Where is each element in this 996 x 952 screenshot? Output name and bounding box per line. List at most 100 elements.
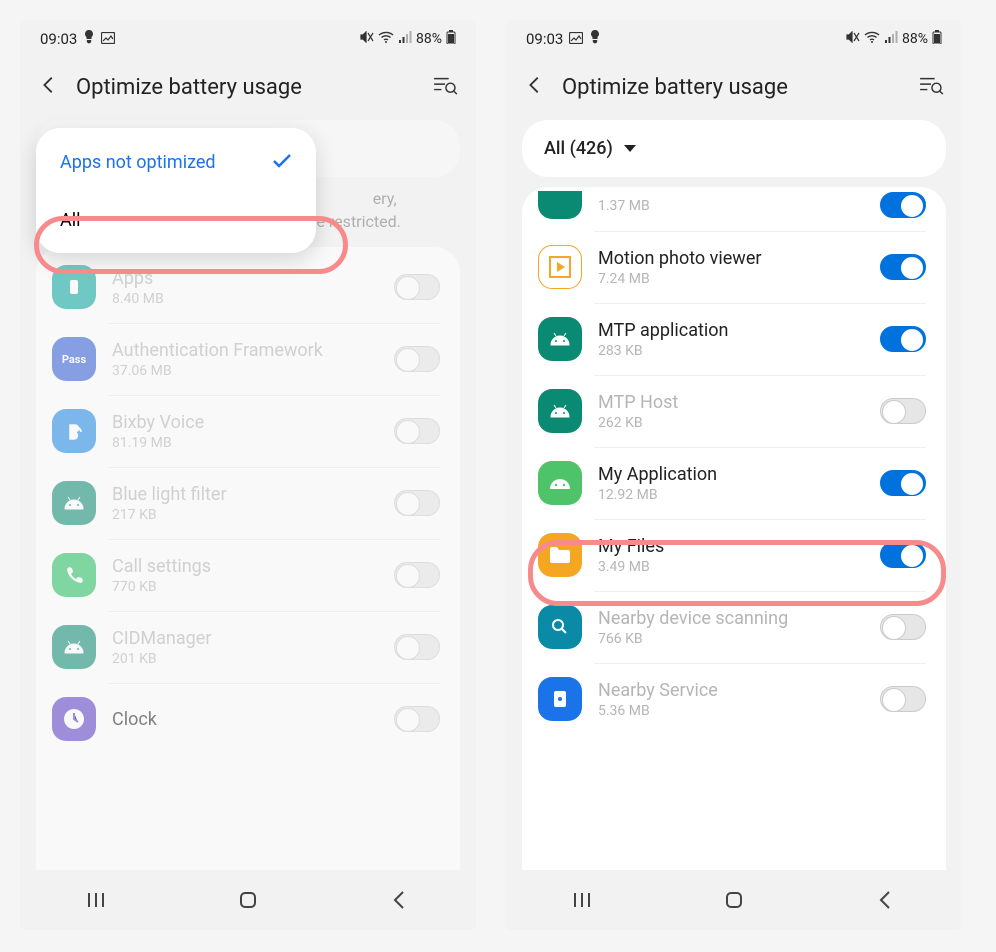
- nav-back-icon[interactable]: [388, 888, 412, 916]
- nav-recents-icon[interactable]: [84, 888, 108, 916]
- app-size: 37.06 MB: [112, 363, 378, 379]
- app-row[interactable]: My Application12.92 MB: [522, 447, 946, 519]
- image-icon: [101, 30, 115, 48]
- app-row[interactable]: Call settings770 KB: [36, 539, 460, 611]
- app-name: Nearby device scanning: [598, 608, 864, 629]
- app-name: Call settings: [112, 556, 378, 577]
- app-name: Apps: [112, 268, 378, 289]
- app-size: 12.92 MB: [598, 487, 864, 503]
- title-bar: Optimize battery usage: [20, 52, 476, 120]
- back-icon[interactable]: [38, 74, 60, 100]
- optimize-toggle[interactable]: [394, 346, 440, 372]
- app-row[interactable]: Bixby Voice 81.19 MB: [36, 395, 460, 467]
- filter-dropdown[interactable]: Apps not optimized All: [36, 128, 316, 253]
- app-name: CIDManager: [112, 628, 378, 649]
- app-icon: [538, 605, 582, 649]
- nav-back-icon[interactable]: [874, 888, 898, 916]
- nav-home-icon[interactable]: [236, 888, 260, 916]
- filter-dropdown[interactable]: All (426): [522, 120, 946, 177]
- app-row[interactable]: Clock: [36, 683, 460, 755]
- filter-search-icon[interactable]: [918, 75, 944, 99]
- app-size: 81.19 MB: [112, 435, 378, 451]
- status-time: 09:03: [526, 30, 563, 48]
- filter-search-icon[interactable]: [432, 75, 458, 99]
- app-icon: [538, 677, 582, 721]
- optimize-toggle[interactable]: [394, 274, 440, 300]
- app-row[interactable]: Blue light filter 217 KB: [36, 467, 460, 539]
- app-row[interactable]: MTP application 283 KB: [522, 303, 946, 375]
- battery-percent: 88%: [902, 31, 928, 47]
- phone-left: 09:03 88% Optimize battery usage Apps no…: [20, 20, 476, 930]
- nav-recents-icon[interactable]: [570, 888, 594, 916]
- app-name: MTP application: [598, 320, 864, 341]
- app-size: 217 KB: [112, 507, 378, 523]
- app-name: Bixby Voice: [112, 412, 378, 433]
- app-row[interactable]: Nearby Service 5.36 MB: [522, 663, 946, 735]
- check-icon: [272, 150, 292, 174]
- app-list[interactable]: Apps 8.40 MB PassAuthentication Framework3…: [36, 247, 460, 870]
- optimize-toggle[interactable]: [880, 542, 926, 568]
- app-row[interactable]: 1.37 MB: [522, 187, 946, 231]
- mute-icon: [846, 31, 860, 47]
- app-icon: [538, 317, 582, 361]
- app-row[interactable]: CIDManager 201 KB: [36, 611, 460, 683]
- optimize-toggle[interactable]: [394, 490, 440, 516]
- optimize-toggle[interactable]: [880, 192, 926, 218]
- app-icon: [538, 461, 582, 505]
- filter-label: All (426): [544, 138, 613, 159]
- app-row[interactable]: MTP Host262 KB: [522, 375, 946, 447]
- app-size: 262 KB: [598, 415, 864, 431]
- app-icon: [52, 625, 96, 669]
- app-icon: [538, 533, 582, 577]
- optimize-toggle[interactable]: [880, 470, 926, 496]
- app-icon: [52, 409, 96, 453]
- status-bar: 09:03 88%: [20, 20, 476, 52]
- nav-bar: [20, 870, 476, 930]
- battery-icon: [446, 30, 456, 48]
- signal-icon: [884, 31, 898, 47]
- optimize-toggle[interactable]: [880, 614, 926, 640]
- app-size: 8.40 MB: [112, 291, 378, 307]
- status-time: 09:03: [40, 30, 77, 48]
- app-row[interactable]: My Files3.49 MB: [522, 519, 946, 591]
- app-row[interactable]: Motion photo viewer7.24 MB: [522, 231, 946, 303]
- optimize-toggle[interactable]: [394, 562, 440, 588]
- app-name: My Files: [598, 536, 864, 557]
- status-bar: 09:03 88%: [506, 20, 962, 52]
- back-icon[interactable]: [524, 74, 546, 100]
- dropdown-item-all[interactable]: All: [36, 192, 316, 249]
- app-row[interactable]: Apps 8.40 MB: [36, 247, 460, 323]
- optimize-toggle[interactable]: [880, 398, 926, 424]
- battery-icon: [932, 30, 942, 48]
- app-size: 5.36 MB: [598, 703, 864, 719]
- app-list[interactable]: 1.37 MBMotion photo viewer7.24 MBMTP app…: [522, 187, 946, 870]
- optimize-toggle[interactable]: [394, 706, 440, 732]
- signal-icon: [398, 31, 412, 47]
- app-name: Clock: [112, 709, 378, 730]
- app-icon: [538, 191, 582, 219]
- app-icon: [538, 245, 582, 289]
- app-row[interactable]: Nearby device scanning766 KB: [522, 591, 946, 663]
- image-icon: [569, 30, 583, 48]
- app-icon: Pass: [52, 337, 96, 381]
- page-title: Optimize battery usage: [76, 75, 416, 100]
- optimize-toggle[interactable]: [394, 634, 440, 660]
- optimize-toggle[interactable]: [880, 686, 926, 712]
- optimize-toggle[interactable]: [880, 254, 926, 280]
- nav-bar: [506, 870, 962, 930]
- app-name: Blue light filter: [112, 484, 378, 505]
- optimize-toggle[interactable]: [880, 326, 926, 352]
- app-name: Nearby Service: [598, 680, 864, 701]
- app-size: 201 KB: [112, 651, 378, 667]
- app-icon: [52, 481, 96, 525]
- wifi-icon: [378, 31, 394, 47]
- optimize-toggle[interactable]: [394, 418, 440, 444]
- app-row[interactable]: PassAuthentication Framework37.06 MB: [36, 323, 460, 395]
- nav-home-icon[interactable]: [722, 888, 746, 916]
- dropdown-item-not-optimized[interactable]: Apps not optimized: [36, 132, 316, 192]
- page-title: Optimize battery usage: [562, 75, 902, 100]
- title-bar: Optimize battery usage: [506, 52, 962, 120]
- app-size: 283 KB: [598, 343, 864, 359]
- app-name: Motion photo viewer: [598, 248, 864, 269]
- app-icon: [52, 553, 96, 597]
